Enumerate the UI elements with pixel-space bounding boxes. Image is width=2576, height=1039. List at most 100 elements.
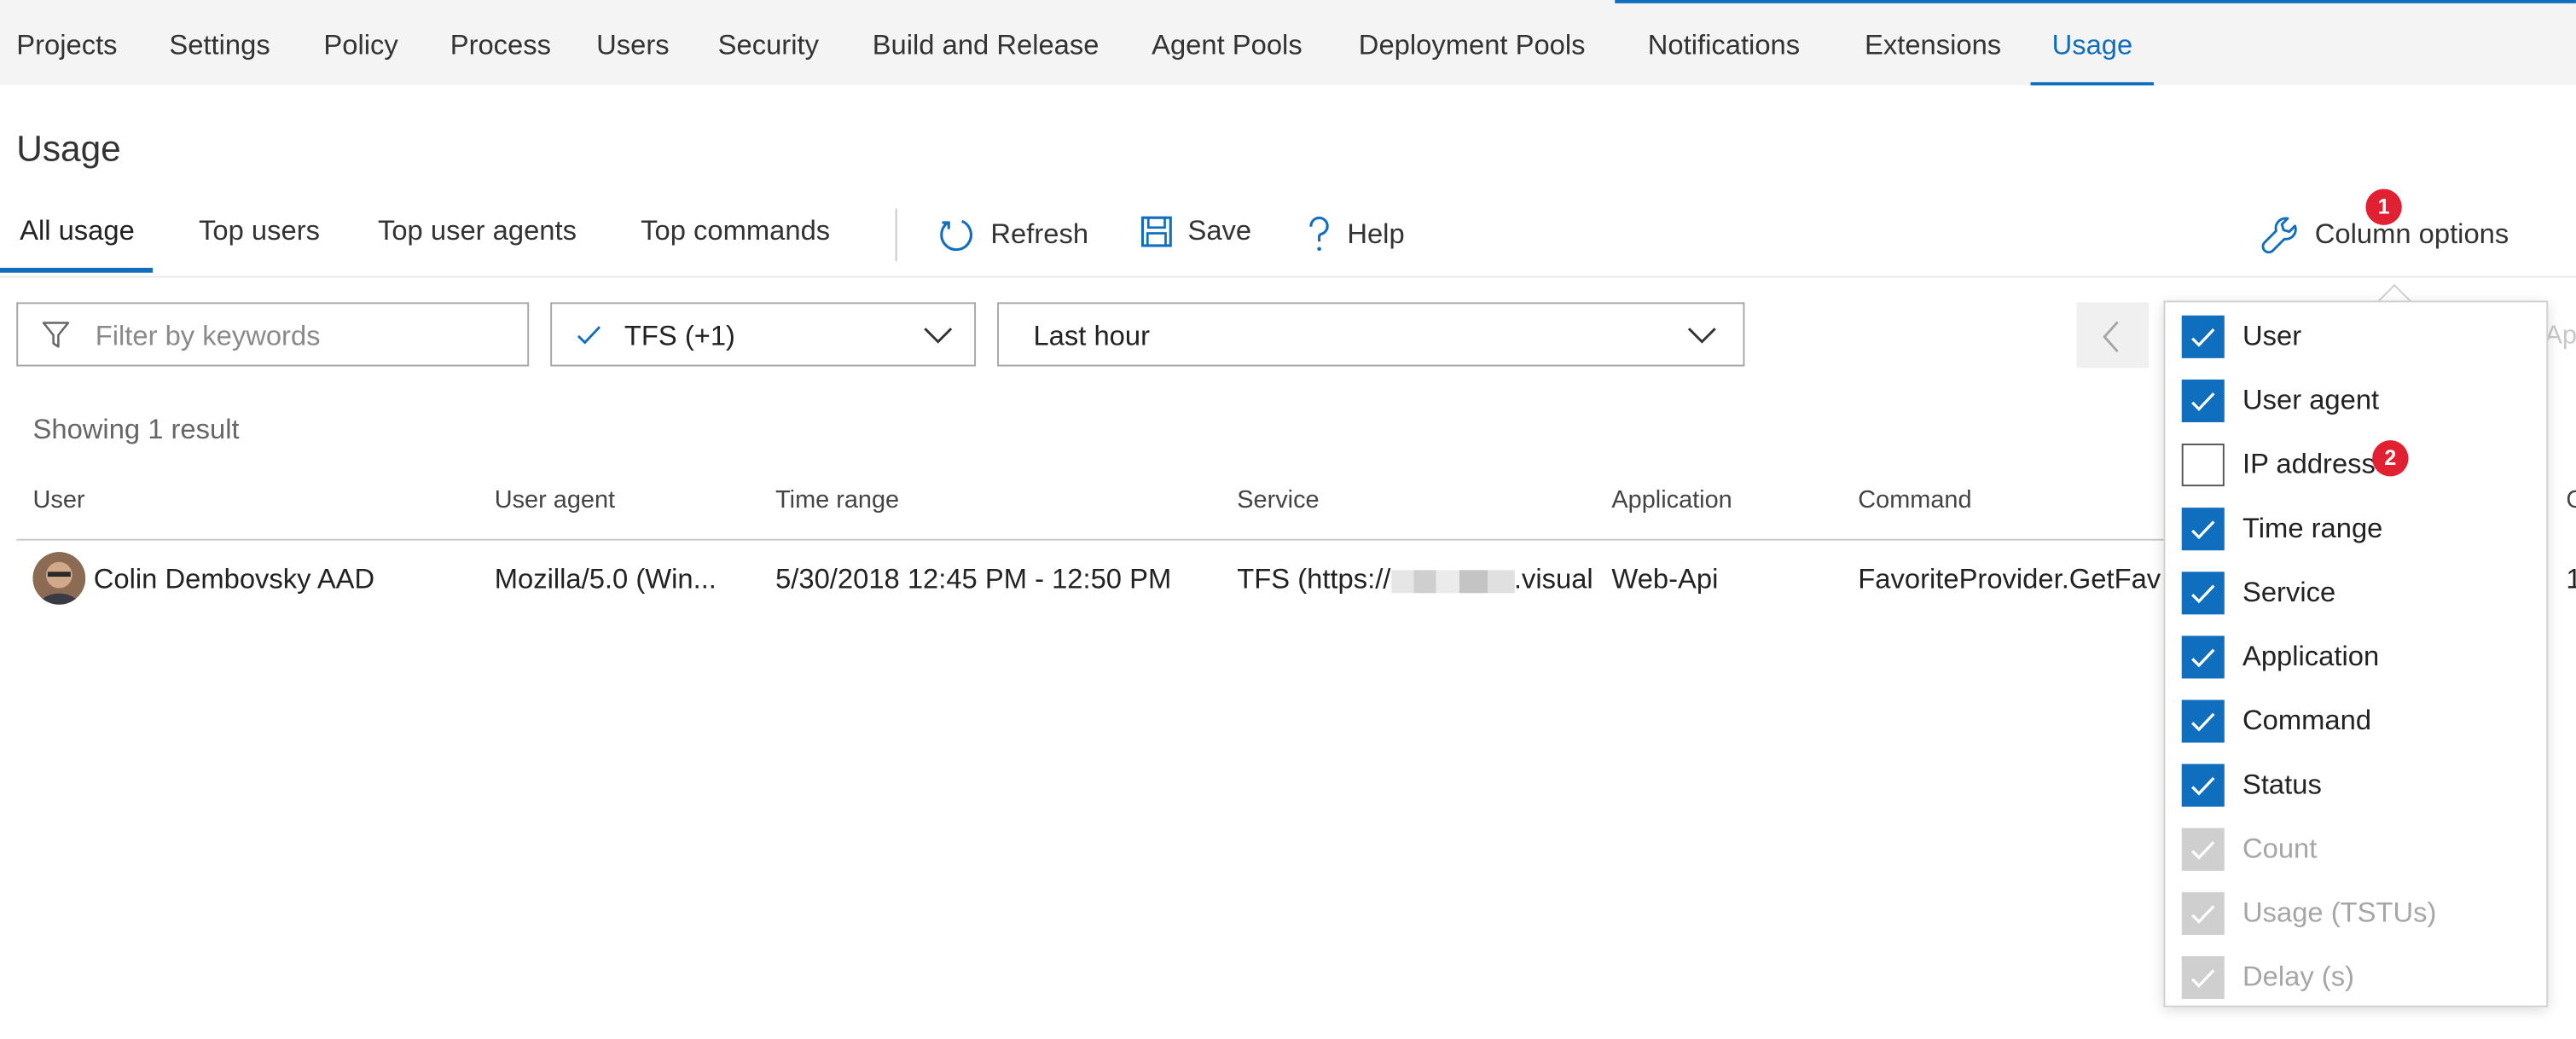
- nav-settings[interactable]: Settings: [169, 0, 270, 85]
- checkbox-checked-icon[interactable]: [2181, 636, 2225, 679]
- column-options-popover: User User agent IP address Time range Se…: [2163, 300, 2549, 1007]
- nav-extensions[interactable]: Extensions: [1865, 0, 2001, 85]
- checkbox-disabled-icon: [2181, 827, 2225, 871]
- column-option-status-label: Status: [2242, 769, 2322, 800]
- nav-agent-pools[interactable]: Agent Pools: [1152, 0, 1303, 85]
- chevron-down-icon: [924, 328, 953, 344]
- next-page-button[interactable]: Ap: [2544, 322, 2576, 351]
- column-option-application[interactable]: Application: [2181, 636, 2380, 679]
- tab-top-commands[interactable]: Top commands: [641, 215, 830, 248]
- cell-service-prefix: TFS (https://: [1237, 563, 1391, 595]
- chevron-left-icon: [2103, 321, 2119, 353]
- checkbox-checked-icon[interactable]: [2181, 699, 2225, 743]
- column-option-usage-tstus: Usage (TSTUs): [2181, 891, 2437, 935]
- active-tab-underline: [0, 267, 153, 273]
- column-option-time-range[interactable]: Time range: [2181, 508, 2383, 551]
- refresh-label: Refresh: [990, 218, 1089, 250]
- column-option-command[interactable]: Command: [2181, 699, 2372, 743]
- column-option-user-agent-label: User agent: [2242, 384, 2380, 416]
- tabs-baseline: [0, 276, 2576, 278]
- column-option-ip-address-label: IP address: [2242, 448, 2376, 480]
- column-option-command-label: Command: [2242, 705, 2372, 736]
- nav-projects[interactable]: Projects: [16, 0, 117, 85]
- column-option-user-agent[interactable]: User agent: [2181, 379, 2380, 422]
- column-option-user-label: User: [2242, 320, 2302, 352]
- nav-security[interactable]: Security: [718, 0, 819, 85]
- nav-usage-label: Usage: [2051, 29, 2133, 61]
- help-label: Help: [1347, 218, 1405, 250]
- cell-user[interactable]: Colin Dembovsky AAD: [94, 564, 374, 597]
- checkbox-disabled-icon: [2181, 955, 2225, 1000]
- column-header-user-agent[interactable]: User agent: [495, 486, 615, 514]
- redacted-block: [1390, 569, 1514, 593]
- step-badge-2: 2: [2372, 440, 2409, 477]
- check-icon: [577, 326, 601, 345]
- nav-policy[interactable]: Policy: [323, 0, 397, 85]
- tab-all-usage-label: All usage: [20, 215, 135, 247]
- column-option-time-range-label: Time range: [2242, 512, 2383, 544]
- admin-nav-bar: Projects Settings Policy Process Users S…: [0, 0, 2576, 86]
- column-option-delay-label: Delay (s): [2242, 961, 2354, 993]
- page-title: Usage: [16, 128, 121, 170]
- nav-usage[interactable]: Usage: [2030, 0, 2155, 86]
- checkbox-unchecked-icon[interactable]: [2181, 444, 2225, 487]
- usage-page: Projects Settings Policy Process Users S…: [0, 0, 2576, 1007]
- help-button[interactable]: Help: [1306, 215, 1405, 254]
- column-option-delay: Delay (s): [2181, 955, 2354, 1000]
- refresh-button[interactable]: Refresh: [937, 215, 1088, 254]
- nav-process[interactable]: Process: [450, 0, 551, 85]
- service-dropdown-value: TFS (+1): [624, 320, 735, 352]
- column-options-label: Column options: [2314, 218, 2509, 250]
- time-range-dropdown[interactable]: Last hour: [997, 302, 1745, 367]
- column-option-service-label: Service: [2242, 577, 2336, 608]
- column-header-command[interactable]: Command: [1858, 486, 1971, 514]
- checkbox-disabled-icon: [2181, 891, 2225, 935]
- cell-time-range: 5/30/2018 12:45 PM - 12:50 PM: [775, 563, 1172, 595]
- column-option-user[interactable]: User: [2181, 315, 2302, 358]
- previous-page-button[interactable]: [2076, 302, 2150, 369]
- save-button[interactable]: Save: [1140, 215, 1251, 248]
- column-option-ip-address[interactable]: IP address: [2181, 444, 2376, 487]
- step-badge-1: 1: [2365, 189, 2402, 225]
- save-icon: [1140, 216, 1172, 247]
- tab-top-users[interactable]: Top users: [199, 215, 320, 248]
- cell-user-agent: Mozilla/5.0 (Win...: [494, 563, 717, 595]
- table-header-divider: [16, 538, 2169, 541]
- help-icon: [1309, 216, 1329, 252]
- column-option-service[interactable]: Service: [2181, 572, 2336, 615]
- column-header-time-range[interactable]: Time range: [775, 486, 899, 514]
- column-option-usage-tstus-label: Usage (TSTUs): [2242, 897, 2437, 929]
- column-header-service[interactable]: Service: [1237, 486, 1319, 514]
- keyword-filter-placeholder: Filter by keywords: [95, 320, 321, 352]
- checkbox-checked-icon[interactable]: [2181, 763, 2225, 807]
- column-header-user[interactable]: User: [33, 486, 85, 514]
- cell-service-suffix: .visual: [1513, 563, 1593, 595]
- result-count: Showing 1 result: [32, 414, 240, 445]
- column-option-application-label: Application: [2242, 641, 2380, 672]
- time-range-dropdown-value: Last hour: [1033, 320, 1150, 352]
- save-label: Save: [1187, 215, 1252, 247]
- cell-cut: 1: [2566, 564, 2576, 597]
- filter-icon: [42, 322, 70, 348]
- cell-application: Web-Api: [1611, 563, 1719, 595]
- active-nav-underline: [2030, 82, 2155, 86]
- nav-build-and-release[interactable]: Build and Release: [873, 0, 1099, 85]
- checkbox-checked-icon[interactable]: [2181, 508, 2225, 551]
- nav-users[interactable]: Users: [596, 0, 670, 85]
- checkbox-checked-icon[interactable]: [2181, 379, 2225, 422]
- column-header-cut[interactable]: C: [2566, 486, 2576, 514]
- chevron-down-icon: [1687, 328, 1716, 344]
- toolbar-divider: [895, 208, 897, 262]
- tab-all-usage[interactable]: All usage: [0, 215, 153, 273]
- tab-top-user-agents[interactable]: Top user agents: [378, 215, 577, 248]
- refresh-icon: [940, 219, 972, 252]
- checkbox-checked-icon[interactable]: [2181, 572, 2225, 615]
- keyword-filter-input[interactable]: Filter by keywords: [16, 302, 530, 367]
- column-option-status[interactable]: Status: [2181, 763, 2322, 807]
- checkbox-checked-icon[interactable]: [2181, 315, 2225, 358]
- service-dropdown[interactable]: TFS (+1): [550, 302, 977, 367]
- column-header-application[interactable]: Application: [1611, 486, 1732, 514]
- nav-notifications[interactable]: Notifications: [1648, 0, 1800, 85]
- wrench-icon: [2261, 217, 2297, 254]
- nav-deployment-pools[interactable]: Deployment Pools: [1359, 0, 1586, 85]
